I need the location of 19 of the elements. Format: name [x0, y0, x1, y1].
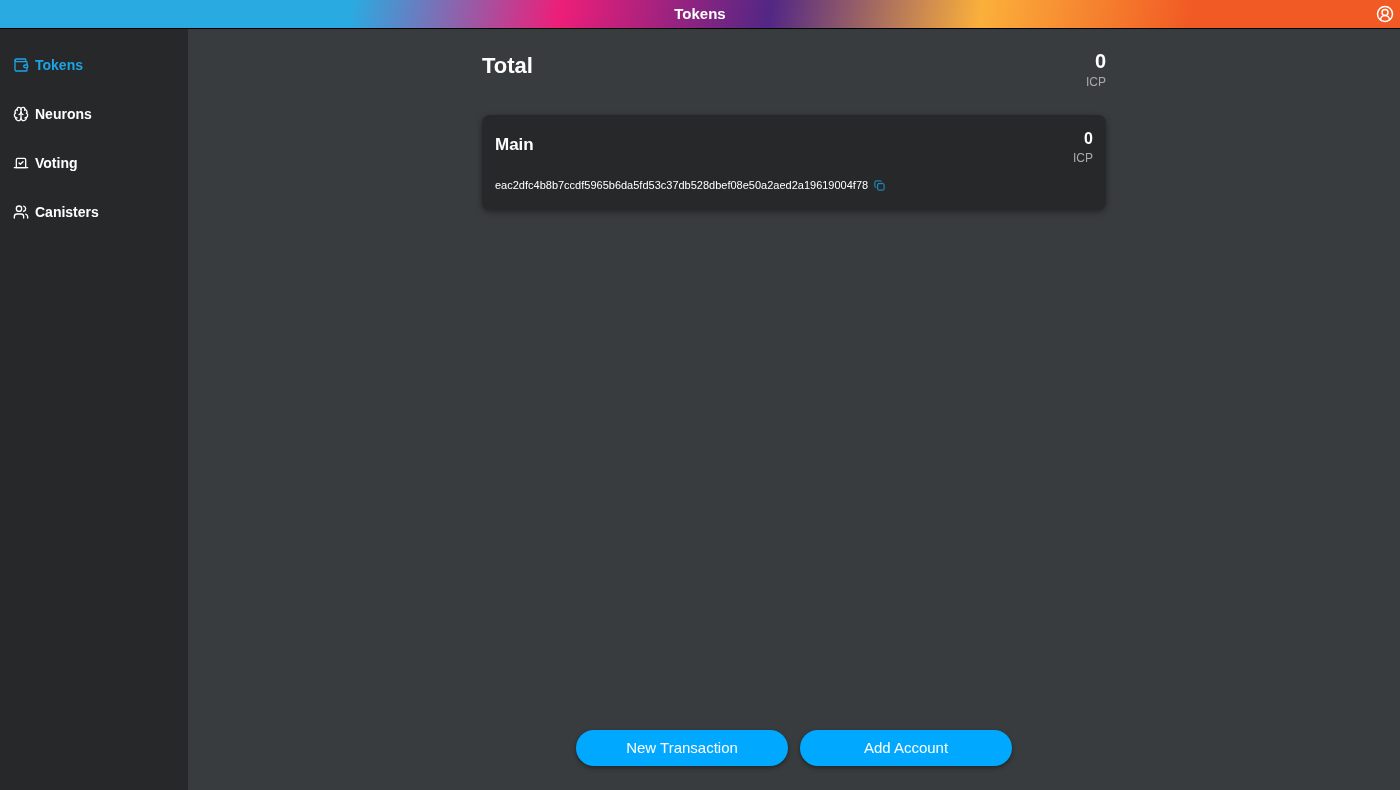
sidebar-item[interactable]: Voting	[0, 153, 188, 173]
ballot-box-icon	[13, 155, 29, 171]
profile-icon[interactable]	[1376, 5, 1394, 23]
total-heading: Total	[482, 52, 533, 80]
account-name: Main	[495, 134, 534, 156]
account-amount: 0	[1084, 129, 1093, 149]
sidebar-item[interactable]: Canisters	[0, 202, 188, 222]
brain-icon	[13, 106, 29, 122]
total-amount: 0	[1094, 49, 1106, 73]
account-address: eac2dfc4b8b7ccdf5965b6da5fd53c37db528dbef08e50a2aed2a19619004f78	[495, 178, 869, 193]
sidebar-item[interactable]: Tokens	[0, 55, 188, 75]
people-icon	[13, 204, 29, 220]
currency-label: ICP	[1073, 150, 1093, 167]
wallet-icon	[13, 57, 29, 73]
account-card[interactable]: Main 0 ICP eac2dfc4b8b7ccdf5965b6da5fd53c37db528dbef08e50a2aed2a19619004f78	[482, 115, 1106, 210]
copy-icon[interactable]	[874, 179, 886, 191]
page-title: Tokens	[674, 3, 726, 24]
currency-label: ICP	[1086, 74, 1106, 91]
sidebar-item[interactable]: Neurons	[0, 104, 188, 124]
